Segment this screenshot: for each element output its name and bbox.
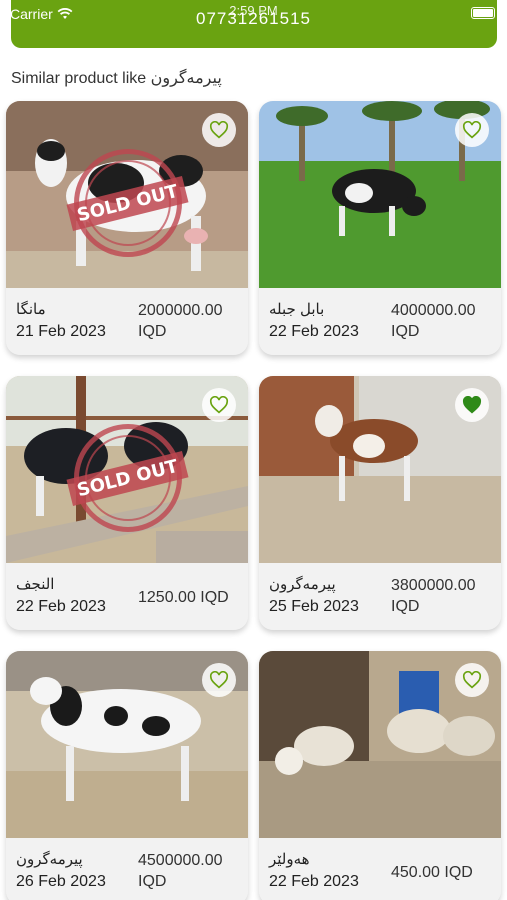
sold-out-stamp: SOLD OUT: [66, 149, 190, 257]
product-card[interactable]: پیرمەگرون 26 Feb 2023 4500000.00 IQD: [6, 651, 248, 900]
product-price: 450.00 IQD: [391, 864, 473, 881]
product-date: 21 Feb 2023: [16, 323, 106, 340]
heart-filled-icon: [462, 396, 482, 414]
product-card[interactable]: هەولێر 22 Feb 2023 450.00 IQD: [259, 651, 501, 900]
product-price: 2000000.00 IQD: [138, 302, 223, 340]
favorite-button[interactable]: [455, 388, 489, 422]
product-info: هەولێر 22 Feb 2023 450.00 IQD: [259, 838, 501, 900]
product-name: النجف: [16, 576, 55, 593]
favorite-button[interactable]: [455, 663, 489, 697]
product-info: النجف 22 Feb 2023 1250.00 IQD: [6, 563, 248, 630]
section-title: Similar product like پیرمەگرون: [11, 70, 222, 87]
favorite-button[interactable]: [202, 113, 236, 147]
product-card[interactable]: SOLD OUT مانگا 21 Feb 2023 2000000.00 IQ…: [6, 101, 248, 355]
product-price: 4500000.00 IQD: [138, 852, 223, 890]
product-name: پیرمەگرون: [16, 851, 83, 868]
product-date: 25 Feb 2023: [269, 598, 359, 615]
product-price: 3800000.00 IQD: [391, 577, 476, 615]
product-name: بابل جبله: [269, 301, 325, 318]
product-name: هەولێر: [269, 851, 310, 868]
product-card[interactable]: بابل جبله 22 Feb 2023 4000000.00 IQD: [259, 101, 501, 355]
header-phone[interactable]: 07731261515: [0, 9, 507, 29]
heart-outline-icon: [209, 671, 229, 689]
product-date: 26 Feb 2023: [16, 873, 106, 890]
product-info: پیرمەگرون 25 Feb 2023 3800000.00 IQD: [259, 563, 501, 630]
product-name: پیرمەگرون: [269, 576, 336, 593]
heart-outline-icon: [462, 671, 482, 689]
favorite-button[interactable]: [202, 663, 236, 697]
product-date: 22 Feb 2023: [269, 323, 359, 340]
favorite-button[interactable]: [455, 113, 489, 147]
product-card[interactable]: SOLD OUT النجف 22 Feb 2023 1250.00 IQD: [6, 376, 248, 630]
product-date: 22 Feb 2023: [16, 598, 106, 615]
heart-outline-icon: [209, 396, 229, 414]
heart-outline-icon: [209, 121, 229, 139]
favorite-button[interactable]: [202, 388, 236, 422]
product-date: 22 Feb 2023: [269, 873, 359, 890]
product-card[interactable]: پیرمەگرون 25 Feb 2023 3800000.00 IQD: [259, 376, 501, 630]
product-name: مانگا: [16, 301, 46, 318]
sold-out-stamp: SOLD OUT: [66, 424, 190, 532]
product-price: 1250.00 IQD: [138, 589, 229, 606]
product-info: پیرمەگرون 26 Feb 2023 4500000.00 IQD: [6, 838, 248, 900]
heart-outline-icon: [462, 121, 482, 139]
product-price: 4000000.00 IQD: [391, 302, 476, 340]
product-info: مانگا 21 Feb 2023 2000000.00 IQD: [6, 288, 248, 355]
product-info: بابل جبله 22 Feb 2023 4000000.00 IQD: [259, 288, 501, 355]
